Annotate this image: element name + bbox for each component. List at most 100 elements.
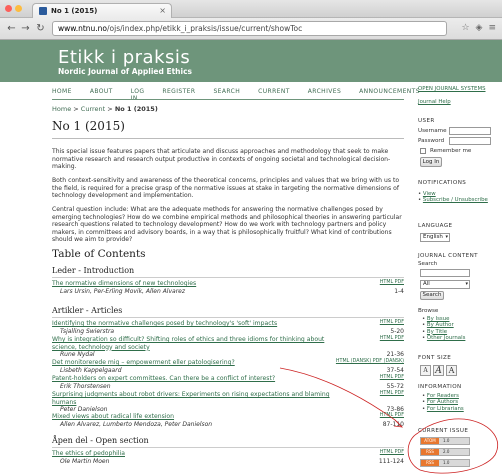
- nav-divider: [52, 99, 404, 100]
- article-authors: Lars Ursin, Per-Erling Movik, Allen Alva…: [60, 288, 186, 295]
- article-row: The ethics of pedophilia HTML PDF: [52, 450, 404, 458]
- tab-title: No 1 (2015): [51, 7, 98, 15]
- page-title: No 1 (2015): [52, 119, 125, 133]
- browse-by-title-link[interactable]: By Title: [427, 329, 447, 335]
- article-file-links[interactable]: HTML PDF: [380, 375, 404, 380]
- article-pages: 21-36: [386, 351, 404, 358]
- reload-icon[interactable]: ↻: [34, 22, 47, 35]
- for-authors-link[interactable]: For Authors: [427, 399, 458, 405]
- current-issue-heading: CURRENT ISSUE: [418, 428, 469, 434]
- tab-close-icon[interactable]: ×: [159, 6, 166, 15]
- nav-current[interactable]: CURRENT: [258, 88, 290, 97]
- section-heading-introduction: Leder - Introduction: [52, 266, 135, 275]
- for-readers-link[interactable]: For Readers: [427, 393, 459, 399]
- browser-tab-bar: No 1 (2015) ×: [0, 0, 502, 18]
- article-title-link[interactable]: The normative dimensions of new technolo…: [52, 280, 196, 287]
- article-authors-row: Rune Nydal 21-36: [60, 351, 404, 359]
- search-button[interactable]: Search: [420, 291, 444, 300]
- article-file-links[interactable]: HTML PDF: [380, 280, 404, 285]
- subscribe-link[interactable]: Subscribe / Unsubscribe: [423, 197, 488, 203]
- for-librarians-link[interactable]: For Librarians: [427, 406, 464, 412]
- username-input[interactable]: [449, 127, 491, 135]
- nav-login[interactable]: LOG IN: [131, 88, 145, 102]
- shield-icon[interactable]: ◈: [476, 23, 483, 33]
- browse-by-issue-link[interactable]: By Issue: [427, 316, 450, 322]
- close-window-icon[interactable]: [5, 5, 12, 12]
- other-journals-link[interactable]: Other Journals: [427, 335, 465, 341]
- font-medium-icon[interactable]: A: [433, 365, 444, 376]
- article-file-links[interactable]: HTML PDF: [380, 450, 404, 455]
- article-title-link[interactable]: The ethics of pedophilia: [52, 450, 125, 457]
- star-icon[interactable]: ☆: [461, 23, 469, 33]
- article-row: Det monitorerede mig – empowerment eller…: [52, 359, 404, 367]
- remember-me-checkbox[interactable]: [420, 148, 426, 154]
- article-file-links[interactable]: HTML PDF: [380, 336, 404, 341]
- article-row: The normative dimensions of new technolo…: [52, 280, 404, 288]
- nav-home[interactable]: HOME: [52, 88, 72, 97]
- nav-archives[interactable]: ARCHIVES: [308, 88, 341, 97]
- menu-icon[interactable]: ≡: [488, 23, 496, 33]
- notifications-links: • View • Subscribe / Unsubscribe: [418, 191, 488, 203]
- information-heading: INFORMATION: [418, 384, 462, 390]
- article-authors-row: Erik Thorstensen 55-72: [60, 383, 404, 391]
- breadcrumb-current[interactable]: Current: [81, 105, 105, 113]
- font-small-icon[interactable]: A: [420, 365, 431, 376]
- article-file-links[interactable]: HTML PDF: [380, 413, 404, 418]
- article-pages: 55-72: [386, 383, 404, 390]
- chevron-down-icon: ▾: [465, 281, 468, 287]
- nav-search[interactable]: SEARCH: [213, 88, 240, 97]
- article-authors-row: Lisbeth Kappelgaard 37-54: [60, 367, 404, 375]
- journal-help-link[interactable]: Journal Help: [418, 99, 502, 105]
- article-authors: Erik Thorstensen: [60, 383, 111, 390]
- intro-paragraph-1: This special issue features papers that …: [52, 148, 391, 171]
- nav-about[interactable]: ABOUT: [90, 88, 113, 97]
- journal-subtitle: Nordic Journal of Applied Ethics: [58, 67, 192, 76]
- article-title-link[interactable]: Det monitorerede mig – empowerment eller…: [52, 359, 235, 366]
- article-title-link[interactable]: Patent-holders on expert committees. Can…: [52, 375, 275, 382]
- section-divider: [52, 277, 404, 278]
- nav-register[interactable]: REGISTER: [162, 88, 195, 97]
- notifications-heading: NOTIFICATIONS: [418, 180, 467, 186]
- language-select[interactable]: English ▾: [420, 233, 450, 242]
- article-file-links[interactable]: HTML PDF: [380, 320, 404, 325]
- browser-tab[interactable]: No 1 (2015) ×: [32, 3, 172, 18]
- article-authors: Allen Alvarez, Lumberto Mendoza, Peter D…: [60, 421, 213, 428]
- font-large-icon[interactable]: A: [446, 365, 457, 376]
- browse-label: Browse: [418, 308, 439, 314]
- username-label: Username: [418, 128, 447, 134]
- section-divider: [52, 317, 404, 318]
- article-authors: Lisbeth Kappelgaard: [60, 367, 122, 374]
- search-input[interactable]: [420, 269, 470, 277]
- back-arrow-icon[interactable]: ←: [5, 22, 18, 35]
- article-pages: 1-4: [394, 288, 404, 295]
- article-authors-row: Ole Martin Moen 111-124: [60, 458, 404, 466]
- section-divider: [52, 447, 404, 448]
- password-input[interactable]: [449, 137, 491, 145]
- rss1-feed-badge[interactable]: RSS 1.0: [420, 459, 470, 467]
- minimize-window-icon[interactable]: [15, 5, 22, 12]
- article-authors-row: Lars Ursin, Per-Erling Movik, Allen Alva…: [60, 288, 404, 296]
- article-row: Why is integration so difficult? Shiftin…: [52, 336, 404, 351]
- rss2-feed-badge[interactable]: RSS 2.0: [420, 448, 470, 456]
- article-title-link[interactable]: Mixed views about radical life extension: [52, 413, 174, 420]
- url-field[interactable]: www.ntnu.no/ojs/index.php/etikk_i_praksi…: [52, 21, 447, 36]
- article-title-link[interactable]: Identifying the normative challenges pos…: [52, 320, 277, 327]
- article-file-links[interactable]: HTML PDF: [380, 391, 404, 396]
- atom-feed-badge[interactable]: ATOM 1.0: [420, 437, 470, 445]
- web-page: Etikk i praksis Nordic Journal of Applie…: [0, 40, 502, 475]
- article-title-link[interactable]: Why is integration so difficult? Shiftin…: [52, 336, 342, 351]
- remember-me-label: Remember me: [430, 148, 472, 154]
- ojs-link[interactable]: OPEN JOURNAL SYSTEMS: [418, 86, 502, 92]
- browse-by-author-link[interactable]: By Author: [427, 322, 454, 328]
- article-file-links[interactable]: HTML (DANSK) PDF (DANSK): [336, 359, 404, 364]
- journal-title: Etikk i praksis: [58, 47, 191, 68]
- intro-paragraph-2: Both context-sensitivity and awareness o…: [52, 177, 400, 200]
- nav-announcements[interactable]: ANNOUNCEMENTS: [359, 88, 420, 97]
- login-button[interactable]: Log In: [420, 157, 442, 167]
- search-scope-select[interactable]: All ▾: [420, 280, 470, 289]
- article-title-link[interactable]: Surprising judgments about robot drivers…: [52, 391, 342, 406]
- window-controls[interactable]: [5, 5, 22, 12]
- breadcrumb-home[interactable]: Home: [52, 105, 71, 113]
- journal-content-heading: JOURNAL CONTENT: [418, 253, 478, 259]
- forward-arrow-icon[interactable]: →: [19, 22, 32, 35]
